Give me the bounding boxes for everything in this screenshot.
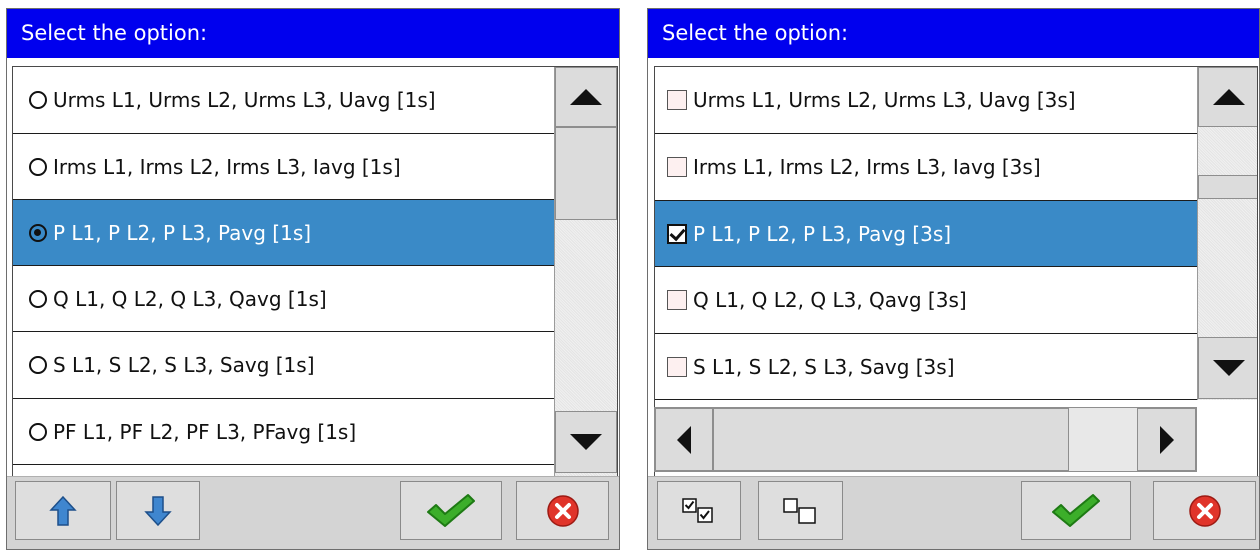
dialog-footer xyxy=(648,476,1259,549)
option-row[interactable]: Q L1, Q L2, Q L3, Qavg [3s] xyxy=(655,267,1197,334)
vertical-scrollbar[interactable] xyxy=(1197,67,1257,400)
radio-button[interactable] xyxy=(29,289,47,308)
option-label: Urms L1, Urms L2, Urms L3, Uavg [1s] xyxy=(53,88,436,112)
scroll-thumb[interactable] xyxy=(555,127,617,220)
option-row[interactable]: S L1, S L2, S L3, Savg [3s] xyxy=(655,334,1197,400)
arrow-up-icon xyxy=(49,495,77,526)
radio-select-dialog: Select the option: Urms L1, Urms L2, Urm… xyxy=(6,8,620,550)
triangle-down-icon xyxy=(570,434,602,450)
scroll-left-button[interactable] xyxy=(655,408,713,471)
option-label: P L1, P L2, P L3, Pavg [1s] xyxy=(53,220,312,245)
checkbox[interactable] xyxy=(667,90,687,110)
checkbox-select-dialog: Select the option: Urms L1, Urms L2, Urm… xyxy=(647,8,1260,550)
option-label: P L1, P L2, P L3, Pavg [3s] xyxy=(693,221,952,246)
move-up-button[interactable] xyxy=(15,481,111,540)
checkbox[interactable] xyxy=(667,157,687,177)
option-label: Urms L1, Urms L2, Urms L3, Uavg [3s] xyxy=(693,88,1076,112)
ok-button[interactable] xyxy=(1021,481,1131,540)
cancel-button[interactable] xyxy=(1153,481,1256,540)
option-row-selected[interactable]: P L1, P L2, P L3, Pavg [1s] xyxy=(13,200,554,266)
option-label: Irms L1, Irms L2, Irms L3, Iavg [3s] xyxy=(693,155,1041,179)
scroll-down-button[interactable] xyxy=(555,411,617,473)
option-row[interactable]: PF L1, PF L2, PF L3, PFavg [1s] xyxy=(13,399,554,465)
option-row-selected[interactable]: P L1, P L2, P L3, Pavg [3s] xyxy=(655,201,1197,267)
option-row[interactable]: Q L1, Q L2, Q L3, Qavg [1s] xyxy=(13,266,554,332)
option-row[interactable]: Irms L1, Irms L2, Irms L3, Iavg [3s] xyxy=(655,134,1197,201)
triangle-up-icon xyxy=(1212,89,1245,105)
deselect-all-button[interactable] xyxy=(758,481,843,540)
triangle-down-icon xyxy=(1212,360,1245,376)
dialog-title: Select the option: xyxy=(7,9,619,58)
option-row[interactable]: Urms L1, Urms L2, Urms L3, Uavg [1s] xyxy=(13,67,554,134)
vertical-scrollbar[interactable] xyxy=(554,67,617,476)
select-all-icon xyxy=(682,497,713,523)
scroll-up-button[interactable] xyxy=(555,67,617,127)
scroll-thumb[interactable] xyxy=(1198,175,1257,199)
dialog-title: Select the option: xyxy=(648,9,1259,58)
option-label: S L1, S L2, S L3, Savg [1s] xyxy=(53,353,315,377)
radio-button[interactable] xyxy=(29,422,47,441)
horizontal-scrollbar[interactable] xyxy=(654,407,1197,472)
option-label: PF L1, PF L2, PF L3, PFavg [1s] xyxy=(53,419,357,444)
option-label: Q L1, Q L2, Q L3, Qavg [1s] xyxy=(53,286,327,311)
arrow-down-icon xyxy=(144,495,172,526)
option-label: Q L1, Q L2, Q L3, Qavg [3s] xyxy=(693,288,967,312)
checkbox[interactable] xyxy=(667,356,687,377)
scroll-down-button[interactable] xyxy=(1198,337,1257,399)
option-row[interactable]: Urms L1, Urms L2, Urms L3, Uavg [3s] xyxy=(655,67,1197,134)
green-check-icon xyxy=(427,493,475,527)
radio-button-checked[interactable] xyxy=(29,223,47,242)
select-all-button[interactable] xyxy=(657,481,741,540)
ok-button[interactable] xyxy=(400,481,502,540)
triangle-up-icon xyxy=(570,89,602,105)
cancel-button[interactable] xyxy=(516,481,609,540)
red-x-icon xyxy=(546,494,579,527)
checkbox-checked[interactable] xyxy=(667,223,687,244)
option-row[interactable]: S L1, S L2, S L3, Savg [1s] xyxy=(13,332,554,399)
deselect-all-icon xyxy=(782,497,816,524)
triangle-right-icon xyxy=(1159,425,1174,454)
option-label: S L1, S L2, S L3, Savg [3s] xyxy=(693,354,955,379)
dialog-footer xyxy=(7,476,619,549)
red-x-icon xyxy=(1188,494,1221,527)
checkbox[interactable] xyxy=(667,290,687,310)
scroll-up-button[interactable] xyxy=(1198,67,1257,127)
radio-button[interactable] xyxy=(29,356,47,374)
horizontal-scroll-thumb[interactable] xyxy=(713,408,1069,471)
option-label: Irms L1, Irms L2, Irms L3, Iavg [1s] xyxy=(53,154,401,179)
triangle-left-icon xyxy=(677,425,691,454)
option-row[interactable]: Irms L1, Irms L2, Irms L3, Iavg [1s] xyxy=(13,134,554,200)
scroll-right-button[interactable] xyxy=(1137,408,1196,471)
option-list: Urms L1, Urms L2, Urms L3, Uavg [1s] Irm… xyxy=(12,66,618,477)
radio-button[interactable] xyxy=(29,91,47,109)
radio-button[interactable] xyxy=(29,157,47,176)
move-down-button[interactable] xyxy=(116,481,200,540)
green-check-icon xyxy=(1052,493,1100,527)
